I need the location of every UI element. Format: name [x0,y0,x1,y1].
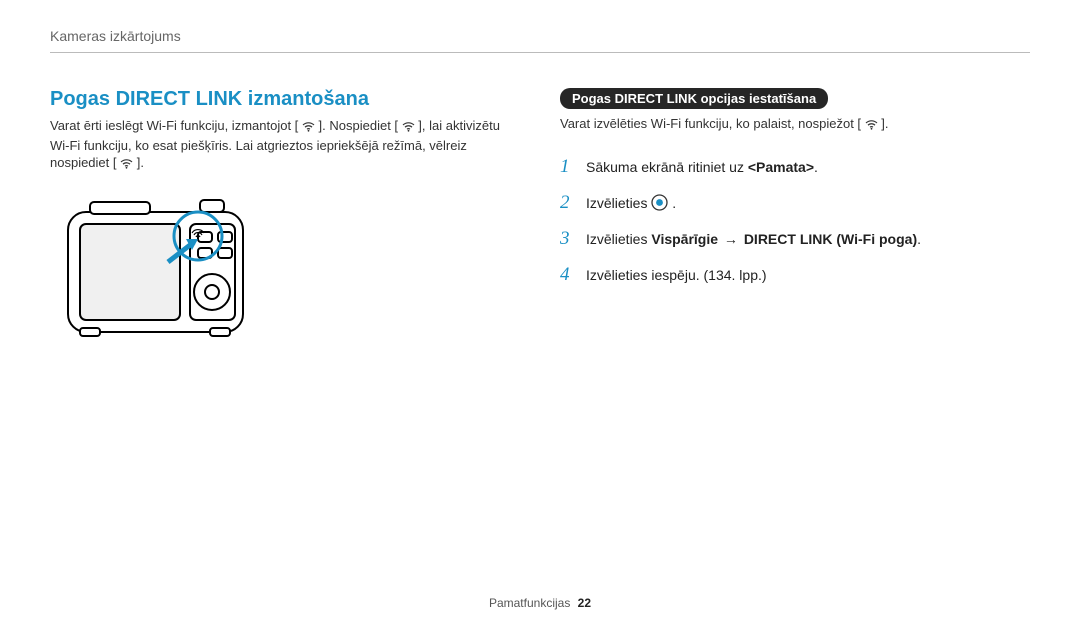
intro-text-1: Varat ērti ieslēgt Wi-Fi funkciju, izman… [50,118,298,133]
footer-section: Pamatfunkcijas [489,596,570,610]
wifi-icon [120,156,133,174]
right-intro: Varat izvēlēties Wi-Fi funkciju, ko pala… [560,115,1030,135]
subsection-badge: Pogas DIRECT LINK opcijas iestatīšana [560,88,828,109]
wifi-icon [302,119,315,137]
step-3-bold2: DIRECT LINK (Wi-Fi poga) [744,231,917,247]
step-text: Izvēlieties Vispārīgie → DIRECT LINK (Wi… [586,226,1030,253]
step-4: 4 Izvēlieties iespēju. (134. lpp.) [560,257,1030,293]
steps-list: 1 Sākuma ekrānā ritiniet uz <Pamata>. 2 … [560,149,1030,293]
right-intro-1: Varat izvēlēties Wi-Fi funkciju, ko pala… [560,116,861,131]
wifi-icon [865,117,878,135]
target-icon [651,193,668,220]
step-number: 4 [560,257,576,293]
camera-illustration [50,192,520,362]
header-divider [50,52,1030,53]
content-columns: Pogas DIRECT LINK izmantošana Varat ērti… [50,88,1030,362]
step-text: Sākuma ekrānā ritiniet uz <Pamata>. [586,154,1030,181]
step-text: Izvēlieties iespēju. (134. lpp.) [586,262,1030,289]
step-2: 2 Izvēlieties . [560,185,1030,221]
left-column: Pogas DIRECT LINK izmantošana Varat ērti… [50,88,520,362]
section-title: Pogas DIRECT LINK izmantošana [50,88,520,111]
right-intro-2: ]. [881,116,888,131]
step-3-pre: Izvēlieties [586,231,651,247]
step-number: 2 [560,185,576,221]
intro-text-4: ]. [137,155,144,170]
right-column: Pogas DIRECT LINK opcijas iestatīšana Va… [560,88,1030,362]
step-3-bold1: Vispārīgie [651,231,718,247]
intro-text-2: ]. Nospiediet [ [319,118,399,133]
breadcrumb: Kameras izkārtojums [50,28,181,44]
step-3-arrow: → [718,231,744,247]
step-number: 1 [560,149,576,185]
step-number: 3 [560,221,576,257]
step-1-bold: <Pamata> [748,159,814,175]
step-1: 1 Sākuma ekrānā ritiniet uz <Pamata>. [560,149,1030,185]
step-3-post: . [917,231,921,247]
step-1-post: . [814,159,818,175]
page-footer: Pamatfunkcijas 22 [0,596,1080,610]
page-number: 22 [578,596,591,610]
step-4-text: Izvēlieties iespēju. (134. lpp.) [586,267,767,283]
wifi-icon [402,119,415,137]
step-2-pre: Izvēlieties [586,195,651,211]
step-1-pre: Sākuma ekrānā ritiniet uz [586,159,748,175]
step-3: 3 Izvēlieties Vispārīgie → DIRECT LINK (… [560,221,1030,257]
step-2-post: . [672,195,676,211]
intro-paragraph: Varat ērti ieslēgt Wi-Fi funkciju, izman… [50,117,520,174]
step-text: Izvēlieties . [586,190,1030,220]
